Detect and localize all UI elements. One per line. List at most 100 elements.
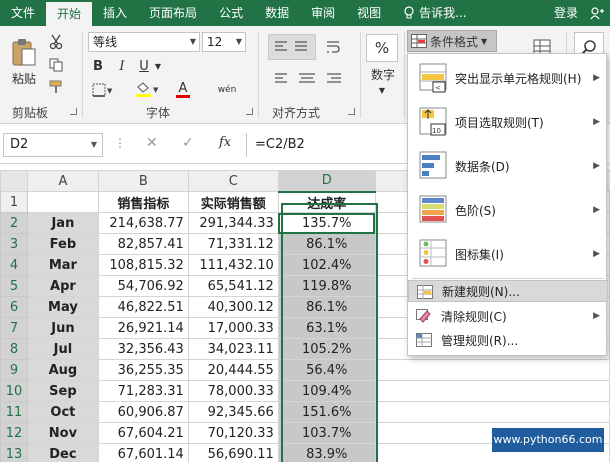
tab-file[interactable]: 文件 xyxy=(0,0,46,26)
cut-button[interactable] xyxy=(46,32,66,52)
cell-target[interactable]: 54,706.92 xyxy=(97,275,189,297)
cell-actual[interactable]: 34,023.11 xyxy=(187,338,279,360)
cell-rate[interactable]: 86.1% xyxy=(277,296,376,318)
cell-month[interactable]: Oct xyxy=(26,401,99,423)
tell-me-box[interactable]: 告诉我... xyxy=(392,0,477,26)
menu-item-highlight-rules[interactable]: < 突出显示单元格规则(H) ▶ xyxy=(408,56,608,100)
cell-rate[interactable]: 109.4% xyxy=(277,380,376,402)
number-format-button[interactable]: 数字 xyxy=(366,64,400,84)
tab-insert[interactable]: 插入 xyxy=(92,0,138,26)
cell-empty[interactable] xyxy=(374,359,610,381)
cell-rate[interactable]: 151.6% xyxy=(277,401,376,423)
conditional-formatting-button[interactable]: 条件格式 ▼ xyxy=(407,30,497,52)
cell-month[interactable]: Dec xyxy=(26,443,99,462)
insert-function-icon[interactable]: fx xyxy=(219,135,231,150)
phonetic-button[interactable]: wén xyxy=(210,80,244,100)
cell-rate[interactable]: 63.1% xyxy=(277,317,376,339)
tab-view[interactable]: 视图 xyxy=(346,0,392,26)
cell-a1[interactable] xyxy=(26,191,99,213)
alignment-launcher-icon[interactable] xyxy=(348,108,355,115)
tab-formulas[interactable]: 公式 xyxy=(208,0,254,26)
cell-header-actual[interactable]: 实际销售额 xyxy=(187,191,279,213)
column-header-b[interactable]: B xyxy=(97,170,189,192)
row-header[interactable]: 8 xyxy=(0,338,28,360)
cell-target[interactable]: 108,815.32 xyxy=(97,254,189,276)
row-header[interactable]: 9 xyxy=(0,359,28,381)
underline-button[interactable]: U xyxy=(134,56,154,76)
cell-target[interactable]: 214,638.77 xyxy=(97,212,189,234)
menu-item-clear-rules[interactable]: 清除规则(C) ▶ xyxy=(408,305,608,327)
row-header[interactable]: 7 xyxy=(0,317,28,339)
wrap-text-button[interactable] xyxy=(318,34,348,60)
row-header[interactable]: 4 xyxy=(0,254,28,276)
cell-rate[interactable]: 56.4% xyxy=(277,359,376,381)
menu-item-top-bottom-rules[interactable]: 10 项目选取规则(T) ▶ xyxy=(408,100,608,144)
cell-month[interactable]: Feb xyxy=(26,233,99,255)
cell-month[interactable]: Aug xyxy=(26,359,99,381)
column-header-d[interactable]: D xyxy=(277,170,376,193)
cell-empty[interactable] xyxy=(374,401,610,423)
cell-actual[interactable]: 56,690.11 xyxy=(187,443,279,462)
cell-actual[interactable]: 71,331.12 xyxy=(187,233,279,255)
cell-month[interactable]: Nov xyxy=(26,422,99,444)
cell-rate[interactable]: 86.1% xyxy=(277,233,376,255)
menu-item-color-scales[interactable]: 色阶(S) ▶ xyxy=(408,188,608,232)
cell-month[interactable]: Jul xyxy=(26,338,99,360)
cell-actual[interactable]: 20,444.55 xyxy=(187,359,279,381)
cell-month[interactable]: Mar xyxy=(26,254,99,276)
font-launcher-icon[interactable] xyxy=(246,108,253,115)
tab-page-layout[interactable]: 页面布局 xyxy=(138,0,208,26)
cell-actual[interactable]: 40,300.12 xyxy=(187,296,279,318)
align-top-button[interactable] xyxy=(268,34,316,60)
cell-month[interactable]: Apr xyxy=(26,275,99,297)
cell-actual[interactable]: 92,345.66 xyxy=(187,401,279,423)
cell-month[interactable]: Sep xyxy=(26,380,99,402)
font-color-button[interactable]: A xyxy=(168,80,198,100)
row-header[interactable]: 10 xyxy=(0,380,28,402)
borders-button[interactable]: ▼ xyxy=(88,80,118,100)
tab-home[interactable]: 开始 xyxy=(46,2,93,26)
cell-month[interactable]: Jan xyxy=(26,212,99,234)
cell-target[interactable]: 71,283.31 xyxy=(97,380,189,402)
row-header[interactable]: 11 xyxy=(0,401,28,423)
font-size-combo[interactable]: 12 ▼ xyxy=(202,32,246,52)
row-header[interactable]: 5 xyxy=(0,275,28,297)
cell-target[interactable]: 46,822.51 xyxy=(97,296,189,318)
underline-dropdown[interactable]: ▼ xyxy=(153,56,163,76)
font-name-combo[interactable]: 等线 ▼ xyxy=(88,32,200,52)
cell-actual[interactable]: 17,000.33 xyxy=(187,317,279,339)
cell-rate[interactable]: 102.4% xyxy=(277,254,376,276)
cell-actual[interactable]: 70,120.33 xyxy=(187,422,279,444)
align-center-button[interactable] xyxy=(268,66,348,92)
cancel-icon[interactable]: ✕ xyxy=(146,135,158,151)
cell-rate[interactable]: 103.7% xyxy=(277,422,376,444)
cell-actual[interactable]: 65,541.12 xyxy=(187,275,279,297)
cell-actual[interactable]: 291,344.33 xyxy=(187,212,279,234)
copy-button[interactable] xyxy=(46,55,66,75)
cell-header-rate[interactable]: 达成率 xyxy=(277,191,376,213)
cell-actual[interactable]: 111,432.10 xyxy=(187,254,279,276)
cell-target[interactable]: 67,601.14 xyxy=(97,443,189,462)
row-header[interactable]: 3 xyxy=(0,233,28,255)
clipboard-launcher-icon[interactable] xyxy=(70,108,77,115)
menu-item-new-rule[interactable]: 新建规则(N)... xyxy=(408,280,608,302)
drag-handle-icon[interactable]: ⋮ xyxy=(114,136,126,150)
format-painter-button[interactable] xyxy=(46,77,66,97)
tab-data[interactable]: 数据 xyxy=(254,0,300,26)
cell-target[interactable]: 60,906.87 xyxy=(97,401,189,423)
menu-item-icon-sets[interactable]: 图标集(I) ▶ xyxy=(408,232,608,276)
cell-target[interactable]: 32,356.43 xyxy=(97,338,189,360)
cell-rate[interactable]: 135.7% xyxy=(277,212,376,234)
cell-rate[interactable]: 119.8% xyxy=(277,275,376,297)
row-header[interactable]: 1 xyxy=(0,191,28,213)
cell-empty[interactable] xyxy=(374,380,610,402)
tab-review[interactable]: 审阅 xyxy=(300,0,346,26)
cell-header-target[interactable]: 销售指标 xyxy=(97,191,189,213)
cell-rate[interactable]: 83.9% xyxy=(277,443,376,462)
row-header[interactable]: 6 xyxy=(0,296,28,318)
bold-button[interactable]: B xyxy=(88,56,108,76)
select-all-corner[interactable] xyxy=(0,170,28,192)
percent-style-button[interactable]: % xyxy=(366,34,398,62)
menu-item-data-bars[interactable]: 数据条(D) ▶ xyxy=(408,144,608,188)
row-header[interactable]: 13 xyxy=(0,443,28,462)
